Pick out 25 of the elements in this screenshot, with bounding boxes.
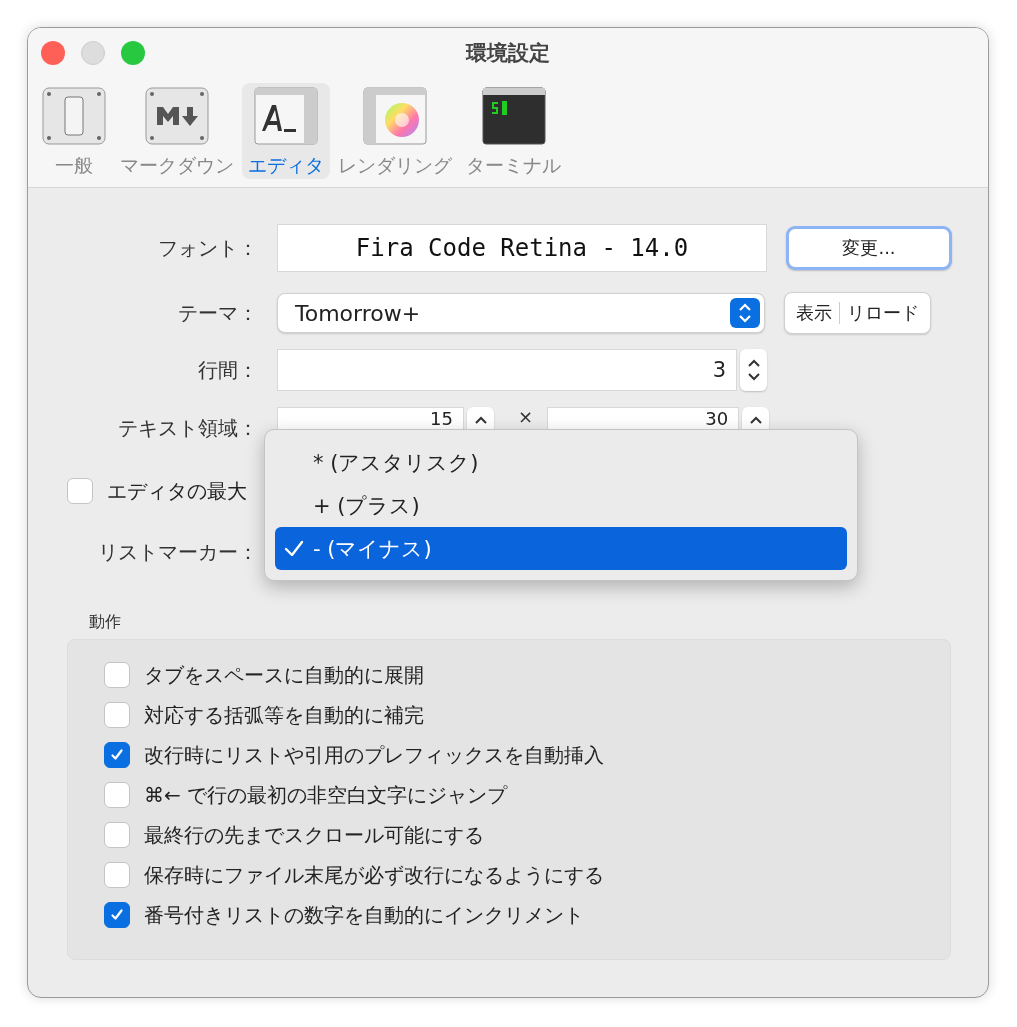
theme-popup[interactable]: Tomorrow+ bbox=[277, 293, 765, 333]
checkbox-label: 保存時にファイル末尾が必ず改行になるようにする bbox=[144, 861, 604, 889]
font-field: Fira Code Retina - 14.0 bbox=[277, 224, 767, 272]
menu-item[interactable]: - (マイナス) bbox=[275, 527, 847, 570]
segment-button[interactable]: リロード bbox=[840, 299, 926, 327]
group-title: 動作 bbox=[89, 612, 121, 633]
field-label: リストマーカー： bbox=[97, 538, 258, 566]
number-field[interactable]: 3 bbox=[277, 349, 737, 391]
checkbox-label: 番号付きリストの数字を自動的にインクリメント bbox=[144, 901, 584, 929]
segment-button[interactable]: 表示 bbox=[789, 299, 839, 327]
menu-item[interactable]: + (プラス) bbox=[275, 484, 847, 527]
checkbox-label: 最終行の先までスクロール可能にする bbox=[144, 821, 484, 849]
toolbar-tab[interactable]: エディタ bbox=[242, 83, 330, 179]
window-title: 環境設定 bbox=[466, 41, 550, 65]
checkbox-label: 対応する括弧等を自動的に補完 bbox=[144, 701, 424, 729]
checkbox-label: 改行時にリストや引用のプレフィックスを自動挿入 bbox=[144, 741, 604, 769]
times-sign: × bbox=[518, 407, 534, 427]
field-label: テーマ： bbox=[177, 299, 258, 327]
field-label: フォント： bbox=[157, 234, 258, 262]
checkbox-label: タブをスペースに自動的に展開 bbox=[144, 661, 424, 689]
field-label: テキスト領域： bbox=[117, 414, 258, 442]
checkbox-label: エディタの最大 bbox=[107, 477, 247, 505]
checkbox-label: ⌘← で行の最初の非空白文字にジャンプ bbox=[144, 781, 508, 809]
change-button[interactable]: 変更... bbox=[786, 226, 952, 270]
field-label: 行間： bbox=[197, 356, 258, 384]
